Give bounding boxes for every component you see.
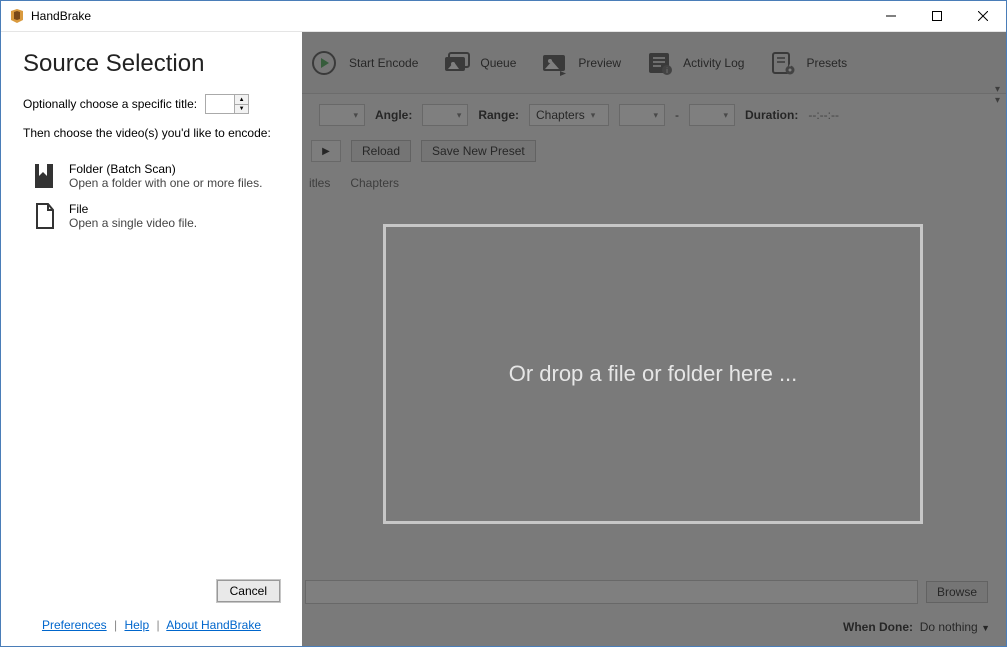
- content-area: Start Encode Queue Preview i Activity Lo…: [1, 32, 1006, 646]
- source-option-file[interactable]: File Open a single video file.: [23, 196, 280, 236]
- source-option-folder[interactable]: Folder (Batch Scan) Open a folder with o…: [23, 156, 280, 196]
- minimize-button[interactable]: [868, 1, 914, 32]
- dropzone-label: Or drop a file or folder here ...: [509, 361, 798, 387]
- source-option-folder-desc: Open a folder with one or more files.: [69, 176, 262, 190]
- cancel-button[interactable]: Cancel: [217, 580, 280, 602]
- source-selection-heading: Source Selection: [23, 50, 280, 78]
- spinner-up-button[interactable]: ▲: [234, 95, 248, 104]
- file-icon: [33, 202, 57, 230]
- specific-title-input[interactable]: [206, 95, 234, 113]
- source-option-file-desc: Open a single video file.: [69, 216, 197, 230]
- dropzone[interactable]: Or drop a file or folder here ...: [383, 224, 923, 524]
- maximize-button[interactable]: [914, 1, 960, 32]
- then-choose-label: Then choose the video(s) you'd like to e…: [23, 126, 280, 140]
- help-link[interactable]: Help: [124, 618, 149, 632]
- app-window: HandBrake Start Encode Queue Preview: [0, 0, 1007, 647]
- footer-links: Preferences | Help | About HandBrake: [23, 618, 280, 632]
- preferences-link[interactable]: Preferences: [42, 618, 107, 632]
- specific-title-spinner[interactable]: ▲ ▼: [205, 94, 249, 114]
- about-link[interactable]: About HandBrake: [166, 618, 261, 632]
- app-icon: [9, 8, 25, 24]
- source-option-folder-label: Folder (Batch Scan): [69, 162, 262, 176]
- close-button[interactable]: [960, 1, 1006, 32]
- specific-title-label: Optionally choose a specific title:: [23, 97, 197, 111]
- window-title: HandBrake: [31, 9, 868, 23]
- source-selection-panel: Source Selection Optionally choose a spe…: [1, 32, 302, 646]
- source-option-file-label: File: [69, 202, 197, 216]
- titlebar: HandBrake: [1, 1, 1006, 32]
- folder-icon: [33, 162, 57, 190]
- spinner-down-button[interactable]: ▼: [234, 104, 248, 113]
